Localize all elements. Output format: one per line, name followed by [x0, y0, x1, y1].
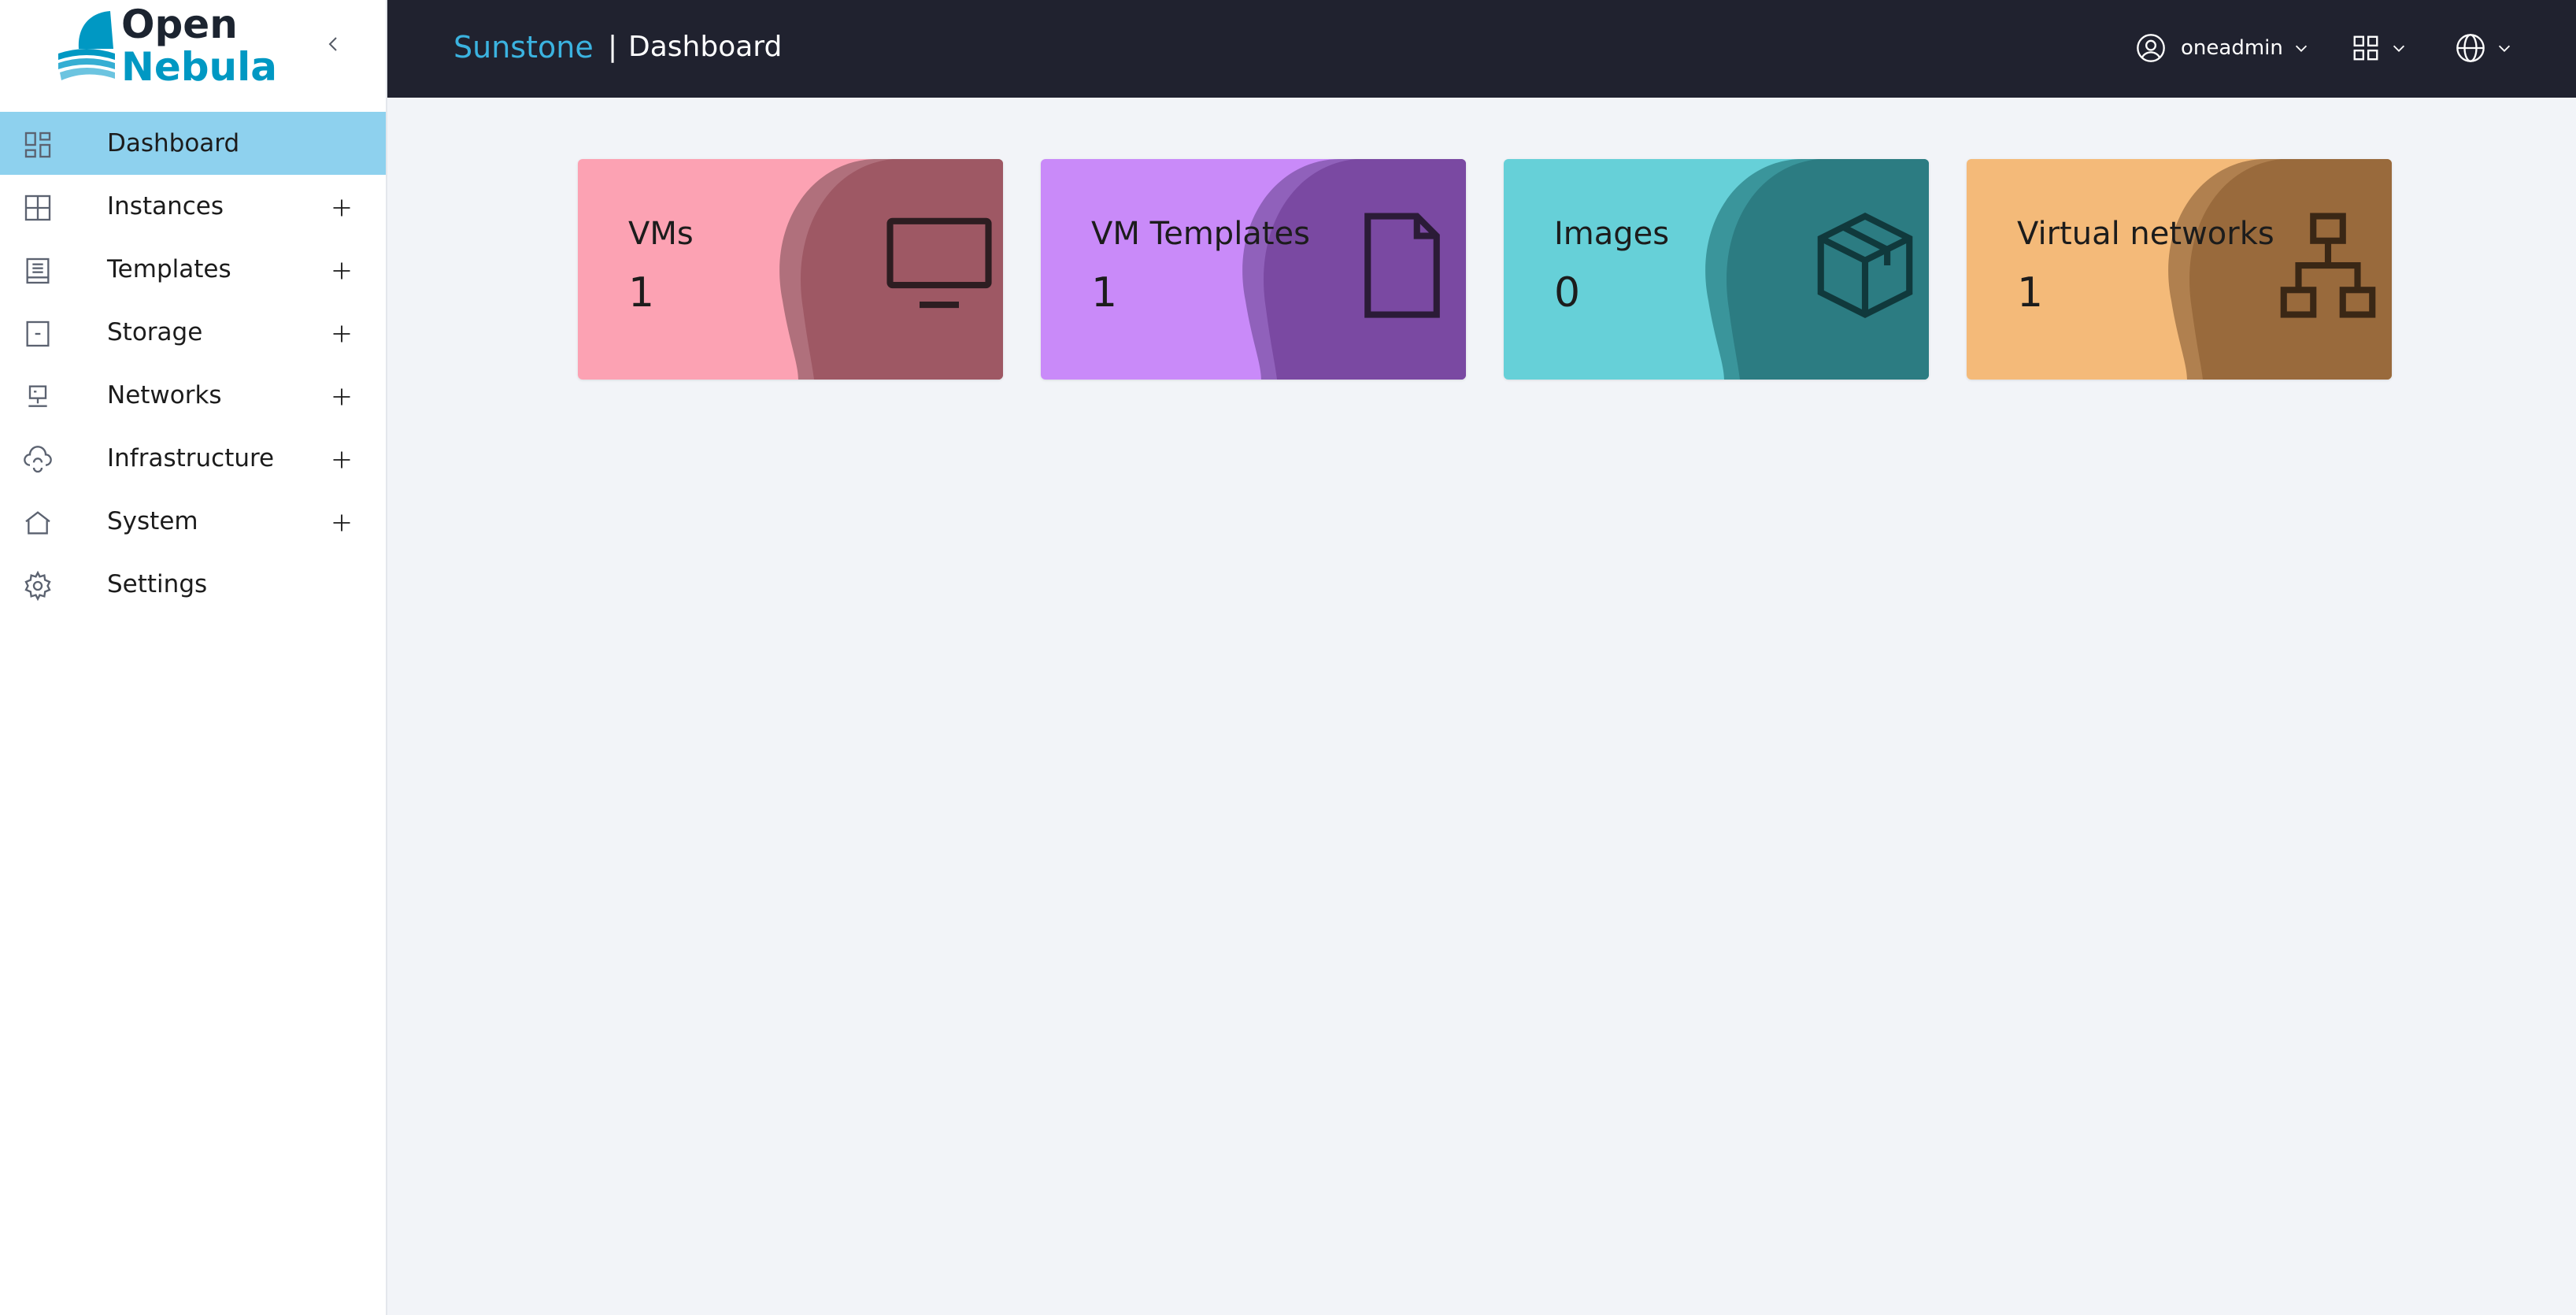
sidebar-item-dashboard[interactable]: Dashboard — [0, 112, 386, 175]
sidebar-item-system[interactable]: System — [0, 490, 386, 553]
logo-open: Open — [121, 2, 238, 47]
gear-icon — [20, 569, 55, 603]
chevron-down-icon — [2295, 45, 2307, 52]
sidebar-item-label: Storage — [107, 318, 203, 346]
card-count: 1 — [1091, 269, 1118, 317]
card-title: VM Templates — [1091, 216, 1310, 252]
sidebar-item-label: Networks — [107, 381, 222, 409]
sidebar-item-storage[interactable]: Storage — [0, 301, 386, 364]
logo-nebula: Nebula — [121, 44, 278, 90]
top-header: Sunstone | Dashboard oneadmin — [387, 0, 2576, 98]
box-icon — [1817, 212, 1913, 319]
chevron-left-icon — [328, 37, 337, 51]
sidebar-item-settings[interactable]: Settings — [0, 553, 386, 616]
expand-plus-icon[interactable] — [326, 255, 357, 287]
cloud-sync-icon — [20, 443, 55, 477]
card-count: 0 — [1554, 269, 1581, 317]
vm-templates-card[interactable]: VM Templates 1 — [1041, 159, 1466, 380]
expand-plus-icon[interactable] — [326, 444, 357, 476]
user-menu-button[interactable]: oneadmin — [2135, 28, 2310, 68]
sidebar-item-label: Settings — [107, 570, 208, 598]
sidebar-item-label: Infrastructure — [107, 444, 275, 472]
sidebar-item-infrastructure[interactable]: Infrastructure — [0, 427, 386, 490]
globe-icon — [2456, 34, 2485, 62]
page-title: Dashboard — [628, 31, 783, 63]
sidebar-menu: Dashboard Instances Templates Storage Ne… — [0, 112, 386, 616]
network-icon — [20, 380, 55, 414]
expand-plus-icon[interactable] — [326, 318, 357, 350]
expand-plus-icon[interactable] — [326, 192, 357, 224]
virtual-networks-card[interactable]: Virtual networks 1 — [1967, 159, 2392, 380]
user-circle-icon — [2137, 34, 2165, 62]
opennebula-logo[interactable]: Open Nebula — [55, 3, 277, 90]
home-icon — [20, 506, 55, 540]
sidebar-item-label: Dashboard — [107, 129, 240, 157]
app-name: Sunstone — [453, 30, 594, 65]
expand-plus-icon[interactable] — [326, 381, 357, 413]
card-title: VMs — [628, 216, 694, 252]
expand-plus-icon[interactable] — [326, 507, 357, 539]
sidebar: Open Nebula Dashboard Instances Template… — [0, 0, 387, 1315]
templates-icon — [20, 254, 55, 288]
sidebar-item-templates[interactable]: Templates — [0, 238, 386, 301]
dashboard-icon — [20, 128, 55, 162]
apps-menu-button[interactable] — [2351, 28, 2408, 68]
sidebar-item-networks[interactable]: Networks — [0, 364, 386, 427]
chevron-down-icon — [2498, 45, 2511, 52]
sidebar-item-label: System — [107, 507, 198, 535]
title-separator: | — [608, 31, 618, 63]
sidebar-item-label: Templates — [107, 255, 231, 283]
card-count: 1 — [628, 269, 655, 317]
network-tree-icon — [2280, 213, 2376, 318]
monitor-icon — [886, 217, 992, 309]
images-card[interactable]: Images 0 — [1504, 159, 1929, 380]
language-menu-button[interactable] — [2455, 28, 2513, 68]
vms-card[interactable]: VMs 1 — [578, 159, 1003, 380]
logo-area: Open Nebula — [0, 0, 386, 98]
grid-icon — [20, 191, 55, 225]
sidebar-item-label: Instances — [107, 192, 224, 220]
user-name: oneadmin — [2181, 36, 2283, 60]
card-count: 1 — [2017, 269, 2044, 317]
collapse-sidebar-button[interactable] — [318, 28, 350, 60]
file-icon — [1364, 213, 1440, 318]
storage-icon — [20, 317, 55, 351]
chevron-down-icon — [2393, 45, 2405, 52]
card-title: Images — [1554, 216, 1670, 252]
logo-text: Open Nebula — [121, 3, 277, 88]
sidebar-item-instances[interactable]: Instances — [0, 175, 386, 238]
cloud-logo-icon — [58, 11, 115, 80]
card-title: Virtual networks — [2017, 216, 2274, 252]
apps-grid-icon — [2353, 35, 2378, 61]
